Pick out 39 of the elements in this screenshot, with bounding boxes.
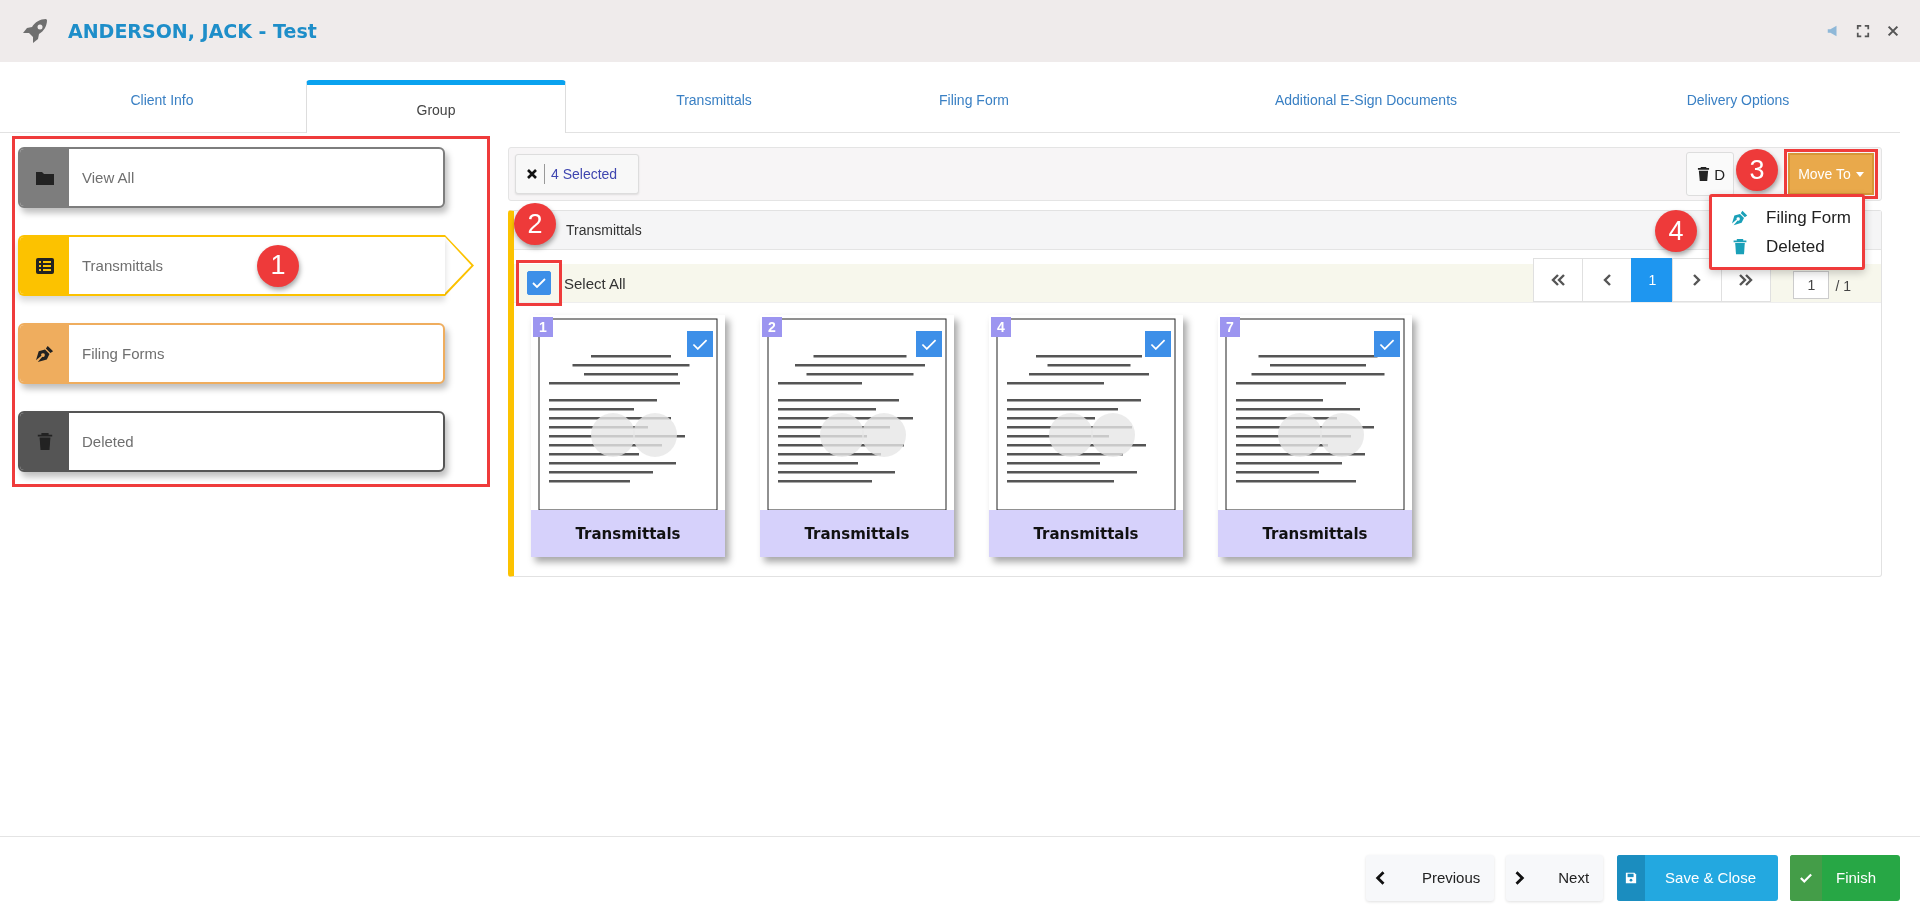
delete-button[interactable]: D — [1686, 152, 1734, 196]
select-all-label: Select All — [564, 274, 626, 292]
footer-button[interactable]: Finish — [1790, 854, 1900, 901]
menu-item[interactable]: Deleted — [1712, 232, 1862, 261]
document-label: Transmittals — [1218, 510, 1412, 557]
footer-button[interactable]: Save & Close — [1617, 854, 1778, 901]
page-button[interactable]: 1 — [1631, 258, 1674, 302]
document-label: Transmittals — [760, 510, 954, 557]
document-label: Transmittals — [531, 510, 725, 557]
document-number: 1 — [533, 317, 553, 337]
menu-item[interactable]: Filing Form — [1712, 203, 1862, 232]
footer-button[interactable]: Next — [1506, 854, 1604, 901]
document-number: 7 — [1220, 317, 1240, 337]
page-number-field[interactable]: 1 — [1793, 271, 1830, 299]
annotation-marker: 1 — [257, 244, 300, 287]
category-item[interactable]: Filing Forms — [18, 323, 445, 384]
document-card[interactable]: 2 Transmittals — [760, 315, 954, 557]
tab[interactable]: Additional E-Sign Documents — [1086, 62, 1646, 132]
annotation-marker: 2 — [514, 203, 556, 245]
document-label: Transmittals — [989, 510, 1183, 557]
document-number: 4 — [991, 317, 1011, 337]
group-title: Transmittals — [566, 222, 642, 238]
tab[interactable]: Group — [306, 80, 566, 133]
tab[interactable]: Client Info — [18, 62, 306, 132]
tab[interactable]: Filing Form — [862, 62, 1086, 132]
annotation-marker: 3 — [1736, 149, 1778, 191]
category-item[interactable]: View All — [18, 147, 445, 208]
document-card[interactable]: 1 Transmittals — [531, 315, 725, 557]
tab[interactable]: Transmittals — [566, 62, 862, 132]
category-item[interactable]: Deleted — [18, 411, 445, 472]
client-title: ANDERSON, JACK - Test — [68, 20, 317, 42]
document-card[interactable]: 4 Transmittals — [989, 315, 1183, 557]
document-card[interactable]: 7 Transmittals — [1218, 315, 1412, 557]
category-item[interactable]: Transmittals 1 — [18, 235, 445, 296]
clear-selection-button[interactable]: 4 Selected — [515, 154, 639, 194]
document-number: 2 — [762, 317, 782, 337]
tab[interactable]: Delivery Options — [1646, 62, 1830, 132]
footer-button[interactable]: Previous — [1365, 854, 1495, 901]
page-total: / 1 — [1835, 278, 1851, 294]
